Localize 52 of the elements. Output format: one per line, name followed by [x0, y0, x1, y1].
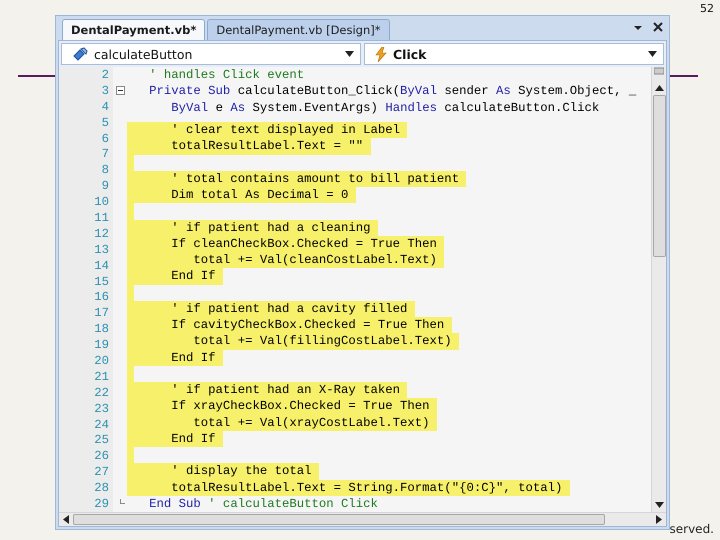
up-arrow-icon[interactable] [654, 85, 664, 91]
line-number: 5 [100, 114, 110, 131]
line-number: 17 [93, 305, 110, 322]
lightning-icon [375, 46, 387, 62]
line-number: 22 [93, 384, 110, 401]
vertical-scrollbar[interactable] [651, 67, 666, 512]
line-number: 7 [100, 146, 110, 162]
line-number: 16 [93, 289, 110, 306]
object-dropdown[interactable]: calculateButton [61, 43, 361, 65]
scroll-thumb[interactable] [73, 514, 605, 525]
code-line: End Sub ' calculateButton Click [148, 496, 379, 512]
line-number: 3 [100, 82, 110, 99]
left-arrow-icon[interactable] [63, 515, 69, 524]
document-tab[interactable]: DentalPayment.vb* [62, 19, 206, 40]
line-number: 14 [93, 258, 110, 274]
line-number: 2 [100, 67, 110, 83]
collapse-icon[interactable] [116, 86, 124, 96]
line-number: 18 [93, 321, 110, 338]
code-line: Private Sub calculateButton_Click(ByVal sender As System.Object, _ [148, 83, 638, 100]
line-number: 13 [93, 242, 110, 258]
code-line: ' handles Click event [148, 67, 306, 84]
line-number: 29 [93, 496, 110, 512]
document-tab[interactable]: DentalPayment.vb [Design]* [207, 19, 390, 40]
line-number: 15 [93, 274, 110, 290]
line-number: 4 [100, 98, 110, 115]
line-number: 8 [100, 162, 110, 178]
line-number: 24 [93, 416, 110, 432]
horizontal-scrollbar[interactable] [59, 512, 666, 526]
line-number: 27 [93, 464, 110, 480]
line-number: 20 [93, 353, 110, 369]
caret-icon [345, 51, 354, 57]
line-number: 9 [100, 178, 110, 194]
line-number: 26 [93, 448, 110, 464]
line-number: 23 [93, 400, 110, 417]
line-number: 12 [93, 226, 110, 242]
caret-icon [648, 51, 657, 57]
control-icon [72, 47, 88, 61]
line-number: 25 [93, 432, 110, 448]
event-dropdown[interactable]: Click [364, 43, 664, 65]
line-number: 19 [93, 337, 110, 354]
scroll-thumb[interactable] [652, 95, 666, 257]
page-number: 52 [700, 2, 714, 15]
close-icon[interactable] [651, 20, 665, 34]
line-number: 21 [93, 368, 110, 385]
code-line: ByVal e As System.EventArgs) Handles calculateButton.Click [170, 100, 600, 116]
line-number: 28 [93, 480, 110, 496]
line-number: 10 [93, 194, 110, 210]
down-arrow-icon[interactable] [654, 502, 664, 508]
line-number: 6 [100, 130, 110, 146]
footer-text: served. [670, 522, 714, 536]
line-number: 11 [93, 210, 110, 226]
right-arrow-icon[interactable] [656, 515, 662, 524]
